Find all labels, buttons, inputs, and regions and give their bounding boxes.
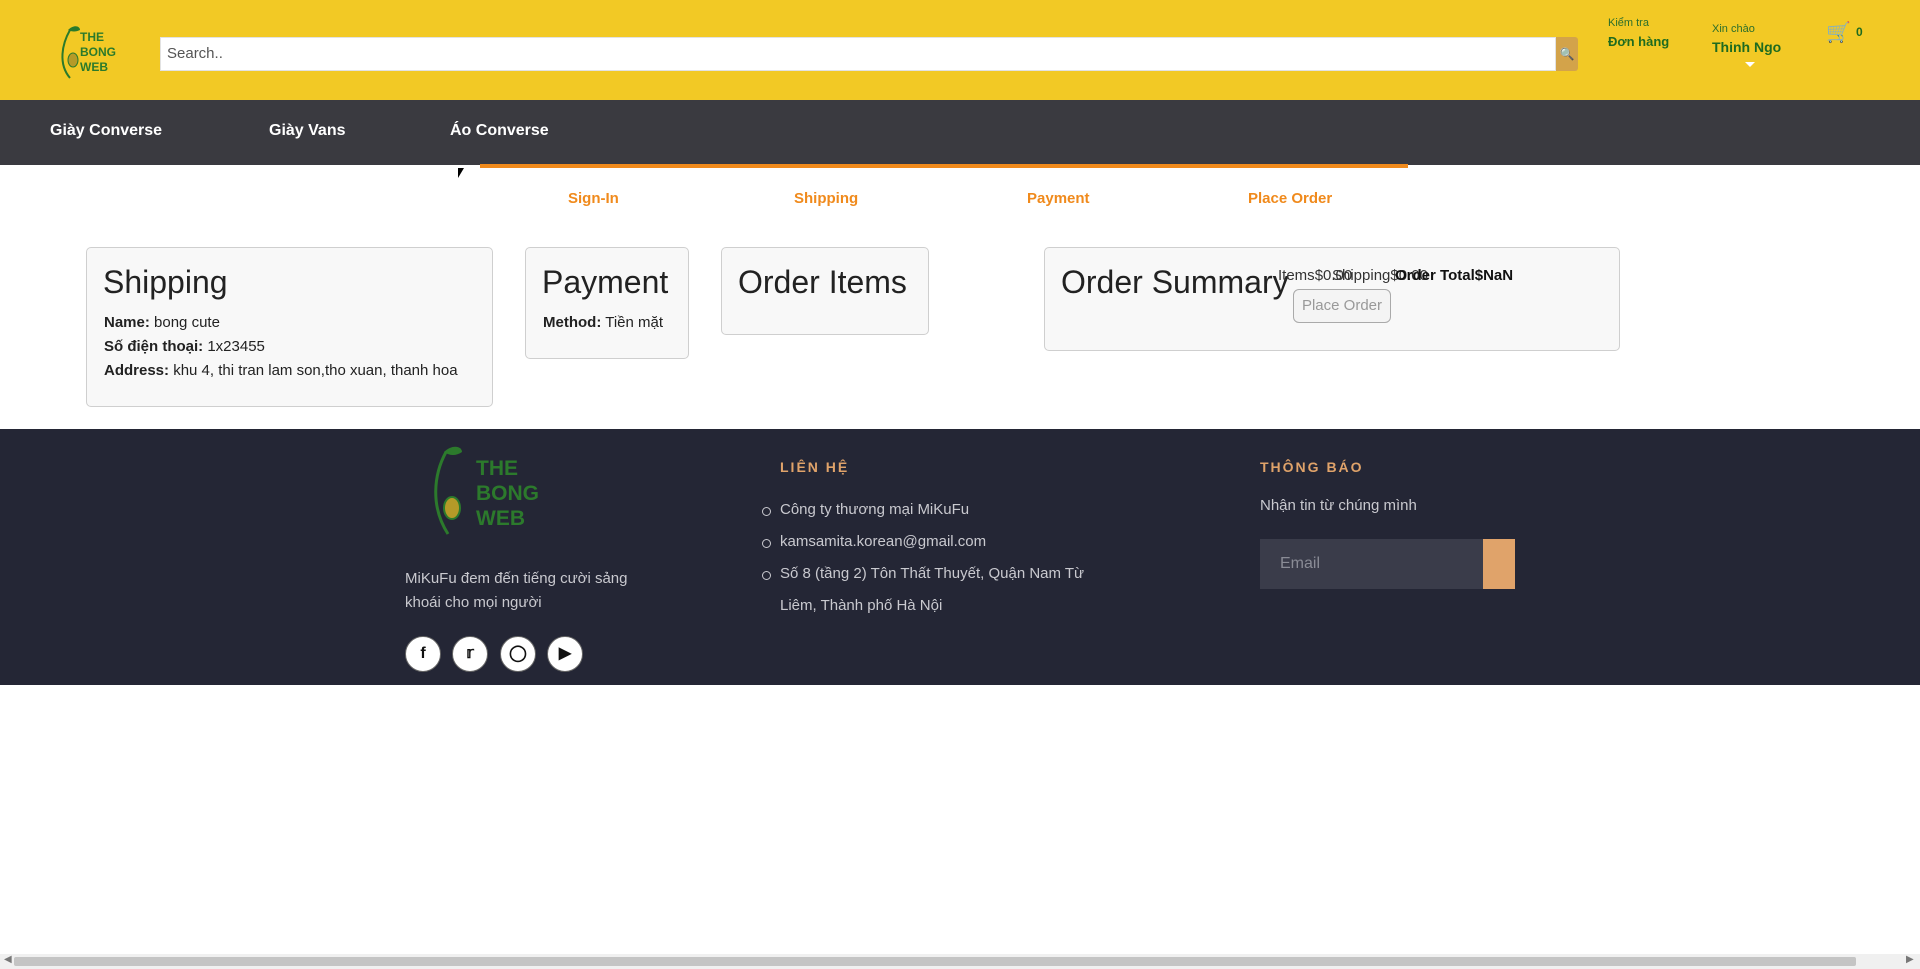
place-order-button[interactable]: Place Order — [1293, 289, 1391, 323]
scrollbar-thumb[interactable] — [14, 957, 1856, 966]
footer — [0, 429, 1920, 685]
shipping-name: Name: bong cute — [104, 314, 220, 331]
step-sign-in: Sign-In — [568, 190, 619, 207]
order-summary-title: Order Summary — [1061, 264, 1289, 300]
facebook-icon[interactable]: f — [405, 636, 441, 672]
search-icon: 🔍 — [1559, 47, 1575, 61]
payment-method: Method: Tiền mặt — [543, 314, 663, 331]
method-value: Tiền mặt — [605, 314, 664, 331]
nav-item-ao-converse[interactable]: Áo Converse — [450, 122, 549, 140]
total-label: Order Total — [1395, 267, 1475, 284]
search-input[interactable]: Search.. — [160, 37, 1556, 71]
phone-value: 1x23455 — [207, 338, 265, 355]
orders-link[interactable]: Đơn hàng — [1608, 34, 1669, 49]
method-label: Method: — [543, 314, 602, 331]
payment-card: Payment Method: Tiền mặt — [525, 247, 689, 359]
checkout-progress-bar — [480, 164, 1408, 168]
shipping-phone: Số điện thoại: 1x23455 — [104, 338, 265, 355]
contact-address-line-2: Liêm, Thành phố Hà Nội — [780, 597, 943, 614]
shipping-title: Shipping — [103, 264, 228, 300]
summary-total: Order Total$NaN — [1395, 267, 1513, 284]
order-items-card: Order Items — [721, 247, 929, 335]
scroll-left-icon[interactable]: ◀ — [4, 954, 12, 965]
phone-label: Số điện thoại: — [104, 338, 204, 355]
address-label: Address: — [104, 362, 170, 379]
email-input[interactable]: Email — [1260, 539, 1483, 589]
logo-text: THE BONG WEB — [80, 30, 116, 75]
contact-address-line-1: Số 8 (tầng 2) Tôn Thất Thuyết, Quận Nam … — [780, 565, 1085, 582]
shipping-card: Shipping Name: bong cute Số điện thoại: … — [86, 247, 493, 407]
list-bullet — [762, 507, 771, 516]
footer-logo-text: THE BONG WEB — [476, 456, 539, 531]
twitter-icon[interactable]: 𝕣 — [452, 636, 488, 672]
address-value: khu 4, thi tran lam son,tho xuan, thanh … — [173, 362, 458, 379]
greeting-label: Xin chào — [1712, 23, 1755, 35]
logo-line: BONG — [476, 482, 539, 505]
step-shipping: Shipping — [794, 190, 859, 207]
user-menu[interactable]: Thinh Ngo — [1712, 39, 1781, 55]
instagram-icon[interactable]: ◯ — [500, 636, 536, 672]
step-payment: Payment — [1027, 190, 1090, 207]
list-bullet — [762, 571, 771, 580]
logo-line: THE — [476, 457, 518, 480]
nav-item-giay-converse[interactable]: Giày Converse — [50, 122, 162, 140]
search-button[interactable]: 🔍 — [1556, 37, 1578, 71]
site-logo[interactable]: THE BONG WEB — [58, 24, 122, 82]
list-bullet — [762, 539, 771, 548]
name-value: bong cute — [154, 314, 220, 331]
order-items-title: Order Items — [738, 264, 907, 300]
notify-heading: THÔNG BÁO — [1260, 459, 1364, 475]
subscribe-button[interactable] — [1483, 539, 1515, 589]
logo-line: WEB — [80, 60, 108, 74]
contact-company: Công ty thương mại MiKuFu — [780, 501, 970, 518]
notify-text: Nhận tin từ chúng mình — [1260, 497, 1417, 514]
name-label: Name: — [104, 314, 150, 331]
nav-item-giay-vans[interactable]: Giày Vans — [269, 122, 346, 140]
footer-logo: THE BONG WEB — [430, 444, 550, 540]
contact-email[interactable]: kamsamita.korean@gmail.com — [780, 533, 986, 550]
cart-icon[interactable]: 🛒 — [1826, 20, 1851, 45]
chevron-down-icon[interactable] — [1745, 62, 1755, 67]
step-place-order: Place Order — [1248, 190, 1333, 207]
contact-heading: LIÊN HỆ — [780, 459, 850, 475]
items-label: Items — [1278, 267, 1315, 284]
leaf-icon — [434, 446, 462, 535]
cart-count: 0 — [1856, 25, 1863, 39]
shipping-address: Address: khu 4, thi tran lam son,tho xua… — [104, 362, 458, 379]
orders-small-label[interactable]: Kiểm tra — [1608, 17, 1649, 29]
mouse-cursor-icon — [458, 168, 464, 178]
shipping-label: Shipping — [1332, 267, 1391, 284]
payment-title: Payment — [542, 264, 669, 300]
scroll-right-icon[interactable]: ▶ — [1906, 954, 1914, 965]
logo-line: WEB — [476, 507, 525, 530]
youtube-icon[interactable]: ▶ — [547, 636, 583, 672]
logo-line: THE — [80, 30, 104, 44]
logo-line: BONG — [80, 45, 116, 59]
total-value: $NaN — [1474, 267, 1514, 284]
footer-description: MiKuFu đem đến tiếng cười sảng khoái cho… — [405, 570, 628, 611]
